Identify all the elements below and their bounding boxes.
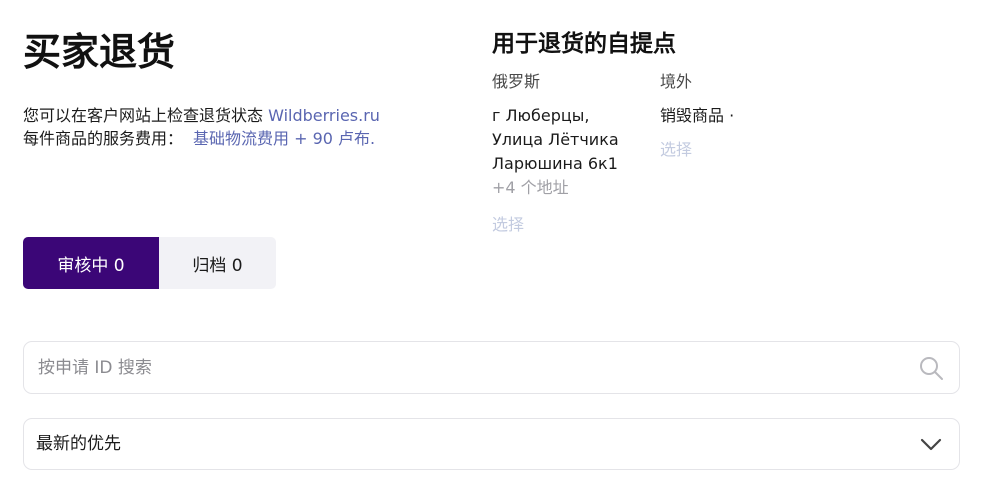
abroad-value: 销毁商品 · bbox=[660, 106, 735, 125]
status-line: 您可以在客户网站上检查退货状态 Wildberries.ru bbox=[23, 104, 380, 127]
status-tabs: 审核中 0 归档 0 bbox=[23, 237, 276, 289]
search-input[interactable] bbox=[38, 342, 898, 393]
abroad-label: 境外 bbox=[660, 72, 693, 91]
search-icon[interactable] bbox=[918, 355, 944, 381]
sort-select[interactable]: 最新的优先 bbox=[23, 418, 960, 470]
page-title: 买家退货 bbox=[23, 30, 176, 74]
tab-under-review[interactable]: 审核中 0 bbox=[23, 237, 159, 289]
sort-selected-value: 最新的优先 bbox=[36, 434, 121, 454]
abroad-select-link[interactable]: 选择 bbox=[660, 138, 860, 162]
fee-line: 每件商品的服务费用： 基础物流费用 + 90 卢布. bbox=[23, 127, 380, 150]
fee-value: 基础物流费用 + 90 卢布. bbox=[193, 129, 376, 148]
russia-address: г Люберцы, Улица Лётчика Ларюшина 6к1 bbox=[492, 104, 642, 176]
address-line: Улица Лётчика bbox=[492, 130, 619, 149]
russia-select-link[interactable]: 选择 bbox=[492, 213, 642, 237]
pickup-russia: 俄罗斯 г Люберцы, Улица Лётчика Ларюшина 6к… bbox=[492, 68, 642, 237]
status-text: 您可以在客户网站上检查退货状态 bbox=[23, 106, 264, 125]
pickup-points-title: 用于退货的自提点 bbox=[492, 31, 676, 57]
tab-archive[interactable]: 归档 0 bbox=[159, 237, 276, 289]
search-box bbox=[23, 341, 960, 394]
chevron-down-icon bbox=[920, 438, 942, 451]
more-addresses[interactable]: +4 个地址 bbox=[492, 176, 642, 200]
pickup-abroad: 境外 销毁商品 · 选择 bbox=[660, 68, 860, 162]
address-line: Ларюшина 6к1 bbox=[492, 154, 618, 173]
wildberries-link[interactable]: Wildberries.ru bbox=[268, 106, 380, 125]
address-line: г Люберцы, bbox=[492, 106, 590, 125]
returns-page: 买家退货 您可以在客户网站上检查退货状态 Wildberries.ru 每件商品… bbox=[0, 0, 981, 480]
fee-label: 每件商品的服务费用： bbox=[23, 129, 184, 148]
russia-label: 俄罗斯 bbox=[492, 72, 541, 91]
return-info: 您可以在客户网站上检查退货状态 Wildberries.ru 每件商品的服务费用… bbox=[23, 104, 380, 150]
